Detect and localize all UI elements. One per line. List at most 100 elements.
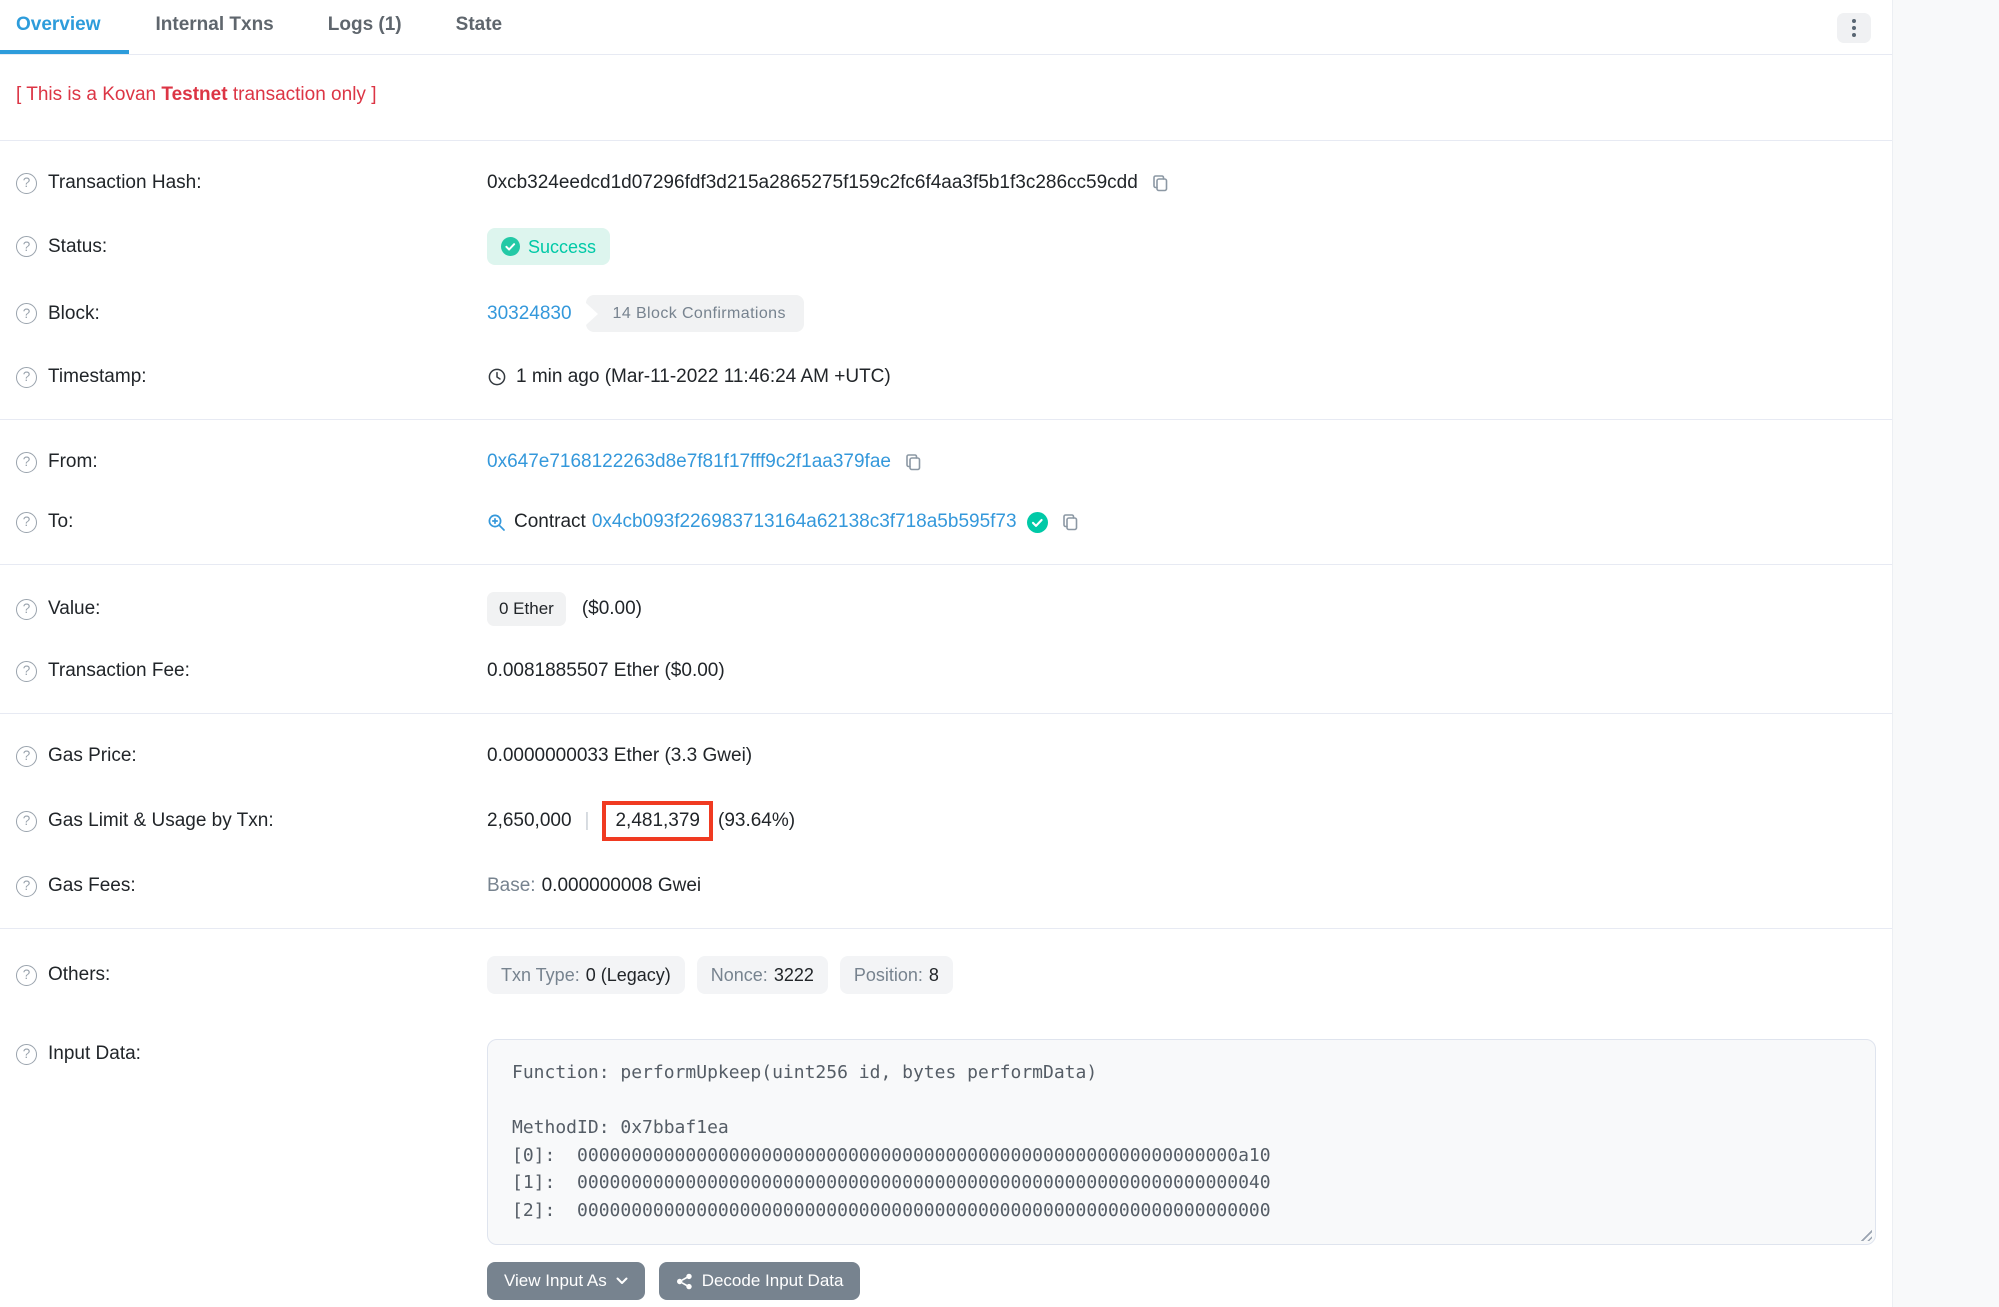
zoom-in-icon[interactable] (487, 513, 506, 532)
help-icon[interactable]: ? (16, 452, 37, 473)
others-label: Others: (48, 960, 110, 990)
help-icon[interactable]: ? (16, 599, 37, 620)
separator: | (585, 806, 590, 836)
help-icon[interactable]: ? (16, 173, 37, 194)
row-input-buttons: View Input As Decode Input Data (0, 1245, 1892, 1300)
view-input-as-button[interactable]: View Input As (487, 1262, 645, 1300)
nonce-badge: Nonce: 3222 (697, 956, 828, 994)
transaction-detail-card: Overview Internal Txns Logs (1) State [ … (0, 0, 1893, 1307)
help-icon[interactable]: ? (16, 811, 37, 832)
tab-state[interactable]: State (429, 0, 529, 54)
row-timestamp: ? Timestamp: 1 min ago (Mar-11-2022 11:4… (0, 347, 1892, 407)
row-from: ? From: 0x647e7168122263d8e7f81f17fff9c2… (0, 432, 1892, 492)
copy-icon[interactable] (1060, 512, 1080, 532)
transaction-fee-value: 0.0081885507 Ether ($0.00) (487, 656, 725, 686)
row-block: ? Block: 30324830 14 Block Confirmations (0, 280, 1892, 347)
copy-icon[interactable] (903, 452, 923, 472)
txn-type-key: Txn Type: (501, 960, 580, 990)
row-input-data: ? Input Data: Function: performUpkeep(ui… (0, 1009, 1892, 1245)
group-value: ? Value: 0 Ether ($0.00) ? Transaction F… (0, 565, 1892, 714)
decode-icon (676, 1273, 693, 1290)
block-label: Block: (48, 299, 100, 329)
gas-used-percent: (93.64%) (718, 806, 795, 836)
help-icon[interactable]: ? (16, 236, 37, 257)
help-icon[interactable]: ? (16, 965, 37, 986)
row-transaction-fee: ? Transaction Fee: 0.0081885507 Ether ($… (0, 641, 1892, 701)
testnet-notice: [ This is a Kovan Testnet transaction on… (0, 55, 1892, 141)
gas-price-value: 0.0000000033 Ether (3.3 Gwei) (487, 741, 752, 771)
from-label: From: (48, 447, 98, 477)
usd-value: ($0.00) (582, 594, 642, 624)
nonce-value: 3222 (774, 960, 814, 990)
copy-icon[interactable] (1150, 173, 1170, 193)
input-data-label: Input Data: (48, 1039, 141, 1069)
help-icon[interactable]: ? (16, 367, 37, 388)
gas-used-value: 2,481,379 (615, 806, 700, 836)
row-status: ? Status: Success (0, 213, 1892, 280)
group-addresses: ? From: 0x647e7168122263d8e7f81f17fff9c2… (0, 420, 1892, 565)
notice-bold: Testnet (161, 84, 227, 105)
gas-fees-label: Gas Fees: (48, 871, 136, 901)
txn-type-badge: Txn Type: 0 (Legacy) (487, 956, 685, 994)
chevron-down-icon (616, 1277, 628, 1285)
transaction-fee-label: Transaction Fee: (48, 656, 190, 686)
from-address-link[interactable]: 0x647e7168122263d8e7f81f17fff9c2f1aa379f… (487, 447, 891, 477)
row-gas-limit-usage: ? Gas Limit & Usage by Txn: 2,650,000 | … (0, 786, 1892, 856)
help-icon[interactable]: ? (16, 746, 37, 767)
status-badge: Success (487, 228, 610, 265)
ether-value-badge: 0 Ether (487, 592, 566, 626)
row-gas-price: ? Gas Price: 0.0000000033 Ether (3.3 Gwe… (0, 726, 1892, 786)
help-icon[interactable]: ? (16, 1044, 37, 1065)
group-others: ? Others: Txn Type: 0 (Legacy) Nonce: 32… (0, 929, 1892, 1307)
block-number-link[interactable]: 30324830 (487, 299, 572, 329)
notice-text-suffix: transaction only ] (228, 84, 377, 105)
input-data-textarea[interactable]: Function: performUpkeep(uint256 id, byte… (487, 1039, 1876, 1245)
nonce-key: Nonce: (711, 960, 768, 990)
view-input-as-label: View Input As (504, 1271, 607, 1291)
gas-limit-value: 2,650,000 (487, 806, 572, 836)
txn-type-value: 0 (Legacy) (586, 960, 671, 990)
value-label: Value: (48, 594, 100, 624)
gas-limit-label: Gas Limit & Usage by Txn: (48, 806, 274, 836)
decode-input-data-button[interactable]: Decode Input Data (659, 1262, 861, 1300)
transaction-hash-label: Transaction Hash: (48, 168, 201, 198)
gas-used-annotation-box: 2,481,379 (602, 801, 713, 841)
row-others: ? Others: Txn Type: 0 (Legacy) Nonce: 32… (0, 941, 1892, 1009)
timestamp-value: 1 min ago (Mar-11-2022 11:46:24 AM +UTC) (516, 362, 891, 392)
check-circle-icon (501, 237, 520, 256)
group-summary: ? Transaction Hash: 0xcb324eedcd1d07296f… (0, 141, 1892, 420)
group-gas: ? Gas Price: 0.0000000033 Ether (3.3 Gwe… (0, 714, 1892, 929)
base-fee-value: 0.000000008 Gwei (542, 871, 702, 901)
status-label: Status: (48, 232, 107, 262)
to-label: To: (48, 507, 73, 537)
decode-input-data-label: Decode Input Data (702, 1271, 844, 1291)
status-text: Success (528, 232, 596, 262)
timestamp-label: Timestamp: (48, 362, 147, 392)
base-fee-label: Base: (487, 871, 536, 901)
position-key: Position: (854, 960, 923, 990)
block-confirmations-badge: 14 Block Confirmations (586, 295, 804, 332)
gas-price-label: Gas Price: (48, 741, 137, 771)
help-icon[interactable]: ? (16, 512, 37, 533)
row-transaction-hash: ? Transaction Hash: 0xcb324eedcd1d07296f… (0, 153, 1892, 213)
tab-overview[interactable]: Overview (0, 0, 129, 54)
help-icon[interactable]: ? (16, 303, 37, 324)
clock-icon (487, 367, 507, 387)
contract-word: Contract (514, 507, 586, 537)
tab-logs[interactable]: Logs (1) (301, 0, 429, 54)
position-value: 8 (929, 960, 939, 990)
tab-bar: Overview Internal Txns Logs (1) State (0, 0, 1892, 55)
position-badge: Position: 8 (840, 956, 953, 994)
transaction-hash-value: 0xcb324eedcd1d07296fdf3d215a2865275f159c… (487, 168, 1138, 198)
row-value: ? Value: 0 Ether ($0.00) (0, 577, 1892, 641)
row-gas-fees: ? Gas Fees: Base: 0.000000008 Gwei (0, 856, 1892, 916)
to-address-link[interactable]: 0x4cb093f226983713164a62138c3f718a5b595f… (592, 507, 1017, 537)
row-to: ? To: Contract 0x4cb093f226983713164a621… (0, 492, 1892, 552)
tab-internal-txns[interactable]: Internal Txns (129, 0, 301, 54)
more-options-button[interactable] (1837, 13, 1871, 43)
verified-check-icon (1027, 512, 1048, 533)
notice-text: [ This is a Kovan (16, 84, 161, 105)
help-icon[interactable]: ? (16, 876, 37, 897)
kebab-icon (1852, 19, 1856, 23)
help-icon[interactable]: ? (16, 661, 37, 682)
